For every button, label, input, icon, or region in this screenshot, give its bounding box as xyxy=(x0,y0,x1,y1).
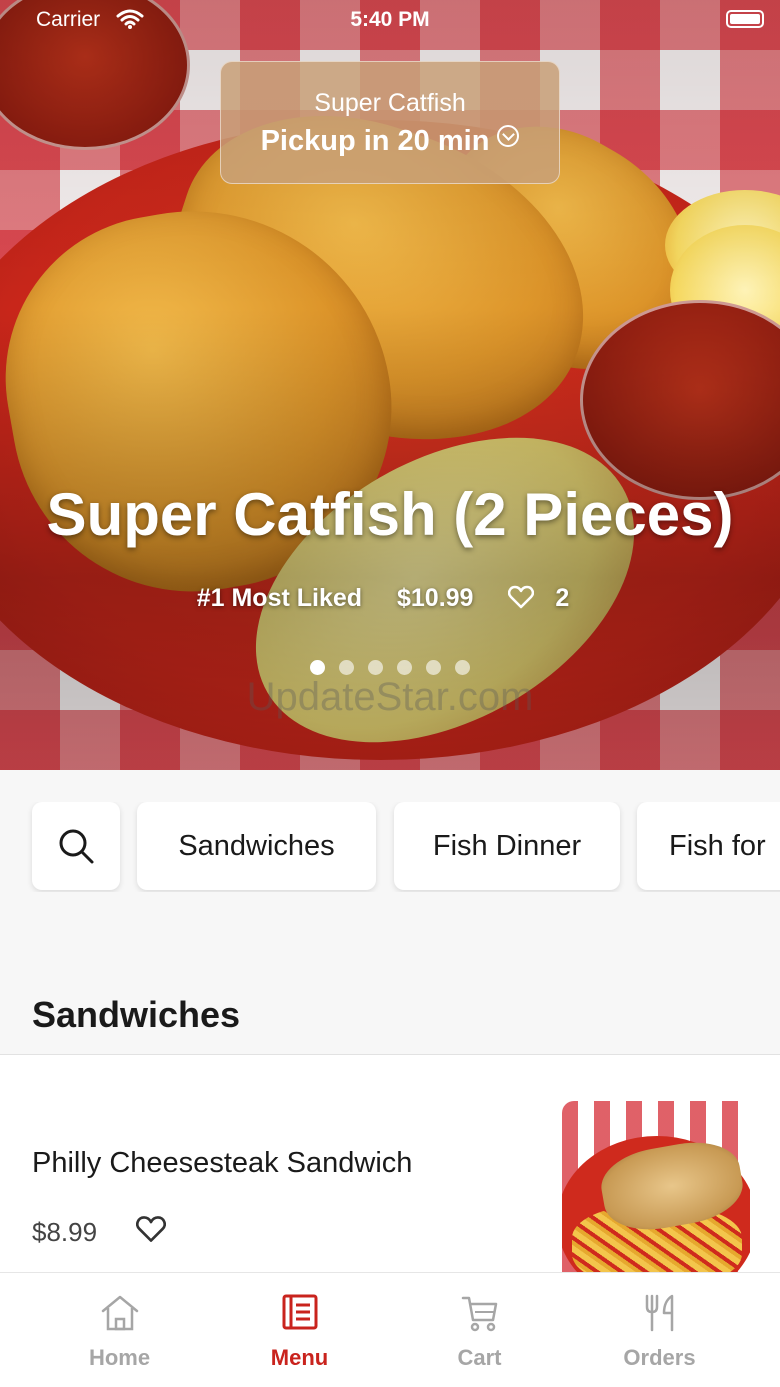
menu-item-image xyxy=(562,1101,750,1286)
tab-home[interactable]: Home xyxy=(22,1273,217,1387)
search-button[interactable] xyxy=(32,802,120,890)
watermark: UpdateStar.com xyxy=(246,675,534,719)
status-bar: Carrier 5:40 PM xyxy=(0,0,780,40)
menu-item[interactable]: Philly Cheesesteak Sandwich $8.99 xyxy=(0,1055,780,1295)
category-chip-fish-dinner[interactable]: Fish Dinner xyxy=(394,802,620,890)
tab-home-label: Home xyxy=(88,1345,151,1370)
hero-item-meta: #1 Most Liked $10.99 2 xyxy=(0,584,780,613)
category-chip-fish-for[interactable]: Fish for xyxy=(637,802,780,890)
tab-orders[interactable]: Orders xyxy=(562,1273,757,1387)
tab-cart[interactable]: Cart xyxy=(382,1273,577,1387)
search-icon xyxy=(59,829,94,864)
menu-icon xyxy=(282,1294,317,1330)
tab-cart-label: Cart xyxy=(457,1345,502,1370)
hero-price: $10.99 xyxy=(397,584,474,612)
category-chips: Sandwiches Fish Dinner Fish for xyxy=(0,802,780,892)
menu-item-name: Philly Cheesesteak Sandwich xyxy=(32,1147,413,1179)
section-title: Sandwiches xyxy=(32,994,241,1035)
tab-menu-label: Menu xyxy=(270,1345,329,1370)
heart-icon xyxy=(508,585,535,609)
carousel-dot[interactable] xyxy=(339,660,354,675)
carousel-dot[interactable] xyxy=(455,660,470,675)
home-icon xyxy=(101,1295,138,1331)
battery-icon xyxy=(726,10,764,28)
hero-likes-count: 2 xyxy=(555,584,570,612)
carousel-dot[interactable] xyxy=(397,660,412,675)
carousel-dot[interactable] xyxy=(426,660,441,675)
hero-banner[interactable]: Carrier 5:40 PM Super Catfish Pickup in … xyxy=(0,0,780,770)
tab-menu[interactable]: Menu xyxy=(202,1273,397,1387)
pickup-time-label: Pickup in 20 min xyxy=(260,125,490,157)
cart-icon xyxy=(461,1296,497,1332)
carousel-dot[interactable] xyxy=(310,660,325,675)
status-time: 5:40 PM xyxy=(350,8,430,31)
tab-orders-label: Orders xyxy=(623,1345,696,1370)
pickup-store-name: Super Catfish xyxy=(314,89,466,117)
pickup-time-row: Pickup in 20 min xyxy=(221,125,559,158)
pickup-selector[interactable]: Super Catfish Pickup in 20 min xyxy=(220,61,560,184)
hero-badge: #1 Most Liked xyxy=(196,584,363,612)
carousel-dot[interactable] xyxy=(368,660,383,675)
hero-likes[interactable]: 2 xyxy=(508,584,583,612)
category-chip-sandwiches[interactable]: Sandwiches xyxy=(137,802,376,890)
tab-bar: Home Menu Cart Orders xyxy=(0,1272,780,1387)
menu-item-price: $8.99 xyxy=(32,1217,98,1247)
hero-item-title: Super Catfish (2 Pieces) xyxy=(46,481,734,548)
chevron-down-circle-icon xyxy=(497,125,520,147)
utensils-icon xyxy=(645,1294,673,1332)
heart-icon[interactable] xyxy=(136,1215,166,1243)
